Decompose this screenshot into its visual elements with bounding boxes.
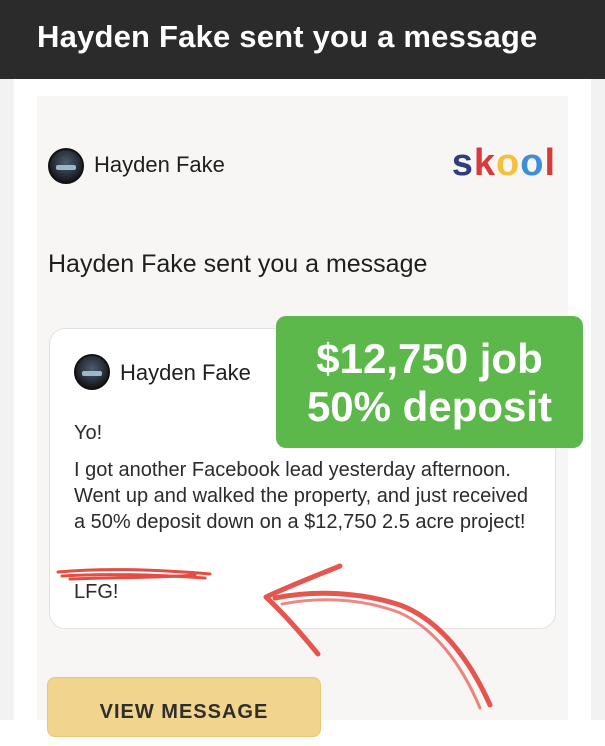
notification-title: Hayden Fake sent you a message [37,19,538,54]
avatar-image-detail [82,371,102,377]
logo-letter: o [496,142,521,184]
message-body: I got another Facebook lead yesterday af… [74,459,528,533]
sender-avatar [48,148,84,184]
skool-logo: skool [452,142,556,185]
logo-letter: k [473,142,496,184]
badge-line-job: $12,750 job [316,335,543,382]
message-signoff: LFG! [74,581,119,603]
message-author-avatar [74,354,110,390]
email-headline: Hayden Fake sent you a message [48,250,428,278]
right-gutter [591,79,605,720]
view-message-button[interactable]: VIEW MESSAGE [47,677,321,737]
badge-line-deposit: 50% deposit [306,383,553,430]
logo-letter: s [451,142,474,184]
left-gutter [0,79,14,720]
logo-letter: o [520,142,545,184]
avatar-image-detail [56,165,76,171]
message-author-name: Hayden Fake [120,360,251,385]
logo-letter: l [544,142,556,184]
message-greeting: Yo! [74,422,103,444]
notification-bar: Hayden Fake sent you a message [0,0,605,79]
deposit-highlight-badge: $12,750 job 50% deposit [276,316,583,448]
sender-name: Hayden Fake [94,152,225,177]
